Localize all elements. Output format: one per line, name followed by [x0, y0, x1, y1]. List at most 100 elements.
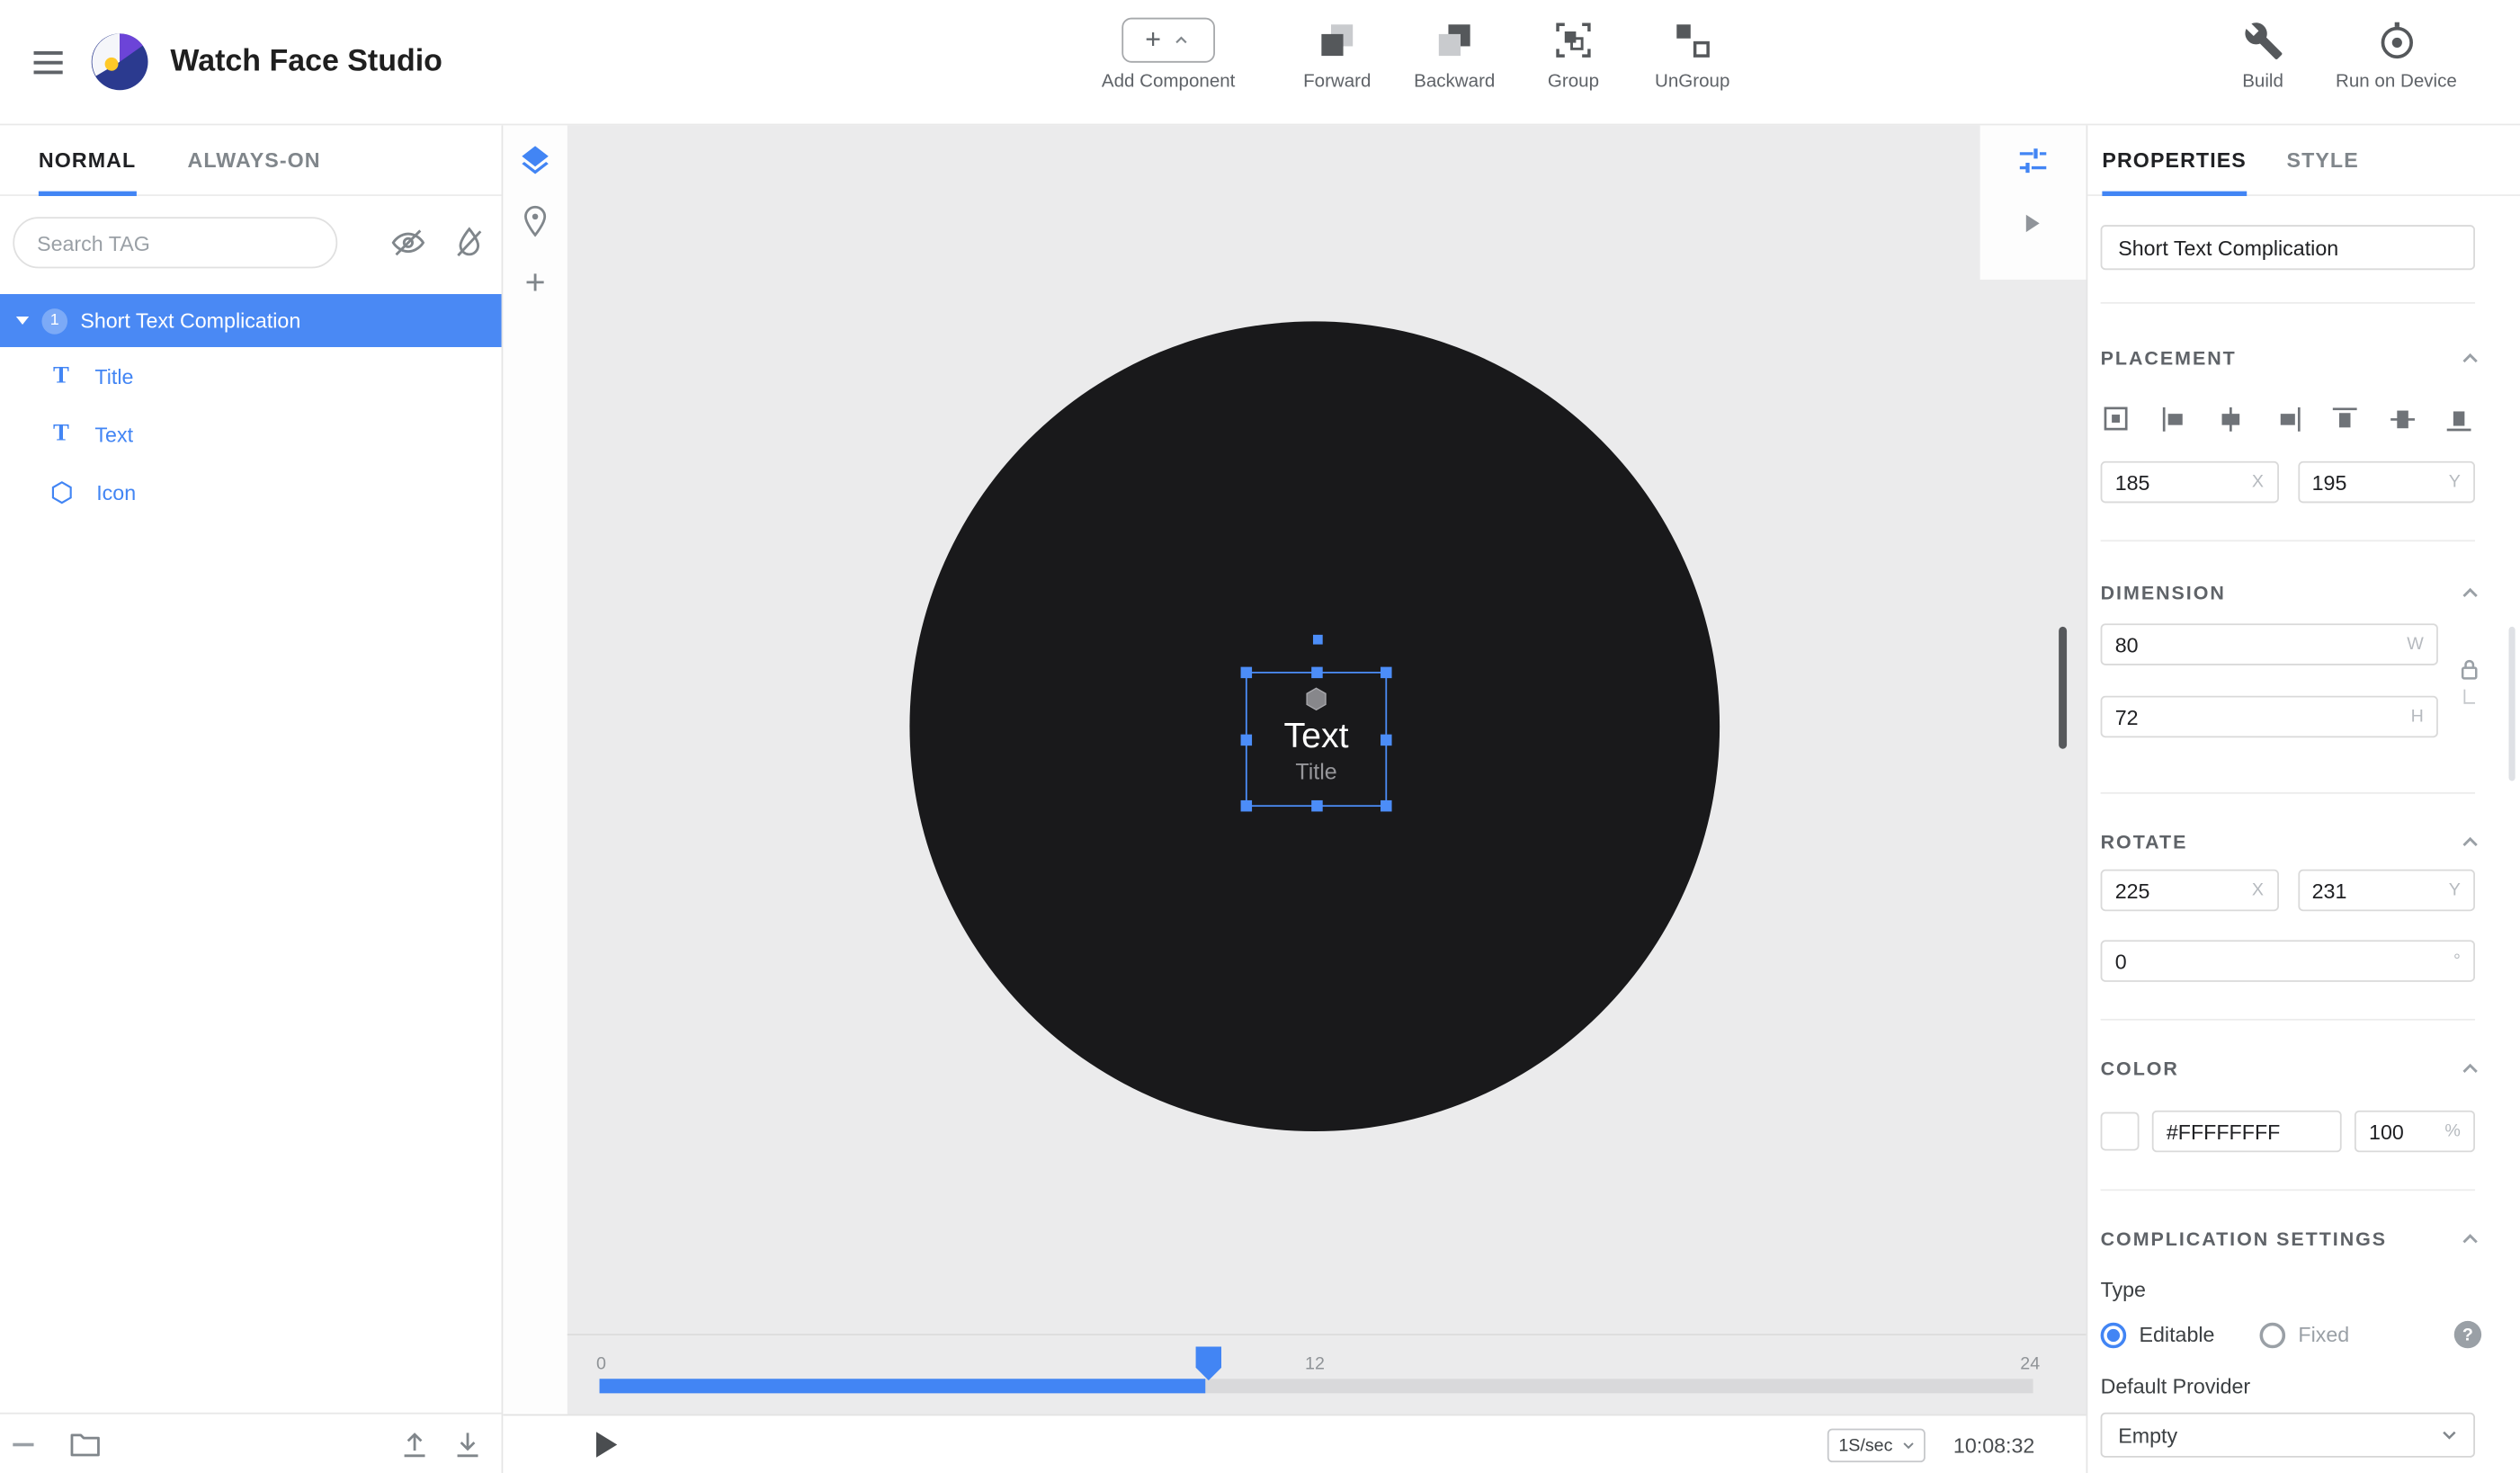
dimension-height-input[interactable] — [2115, 705, 2401, 729]
ungroup-button[interactable]: UnGroup — [1628, 14, 1756, 92]
tree-item-icon[interactable]: Icon — [0, 463, 502, 521]
align-right-icon[interactable] — [2272, 404, 2304, 436]
dimension-height-field[interactable]: H — [2101, 696, 2438, 737]
export-layer-icon[interactable] — [397, 1426, 432, 1461]
color-opacity-input[interactable] — [2369, 1120, 2435, 1144]
radio-editable[interactable] — [2101, 1322, 2127, 1348]
rotation-handle[interactable] — [1313, 635, 1323, 645]
ungroup-icon — [1671, 19, 1712, 60]
chevron-down-icon — [1899, 1437, 1917, 1455]
help-icon[interactable] — [2454, 1321, 2481, 1348]
canvas-tool-strip — [503, 125, 567, 1473]
caret-down-icon[interactable] — [16, 317, 29, 325]
preview-play-icon[interactable] — [2015, 208, 2051, 243]
timeline-tick-start: 0 — [596, 1354, 606, 1373]
add-component-label: Add Component — [1091, 72, 1246, 91]
aspect-lock-icon[interactable] — [2457, 657, 2481, 682]
plus-icon — [1145, 25, 1161, 56]
theme-color-icon[interactable] — [450, 223, 488, 262]
rotate-angle-field[interactable]: ° — [2101, 940, 2475, 981]
tab-properties[interactable]: PROPERTIES — [2102, 125, 2246, 194]
align-bottom-icon[interactable] — [2443, 404, 2475, 436]
play-button[interactable] — [596, 1432, 617, 1458]
layer-name-input[interactable] — [2101, 225, 2475, 270]
hide-layer-icon[interactable] — [389, 223, 427, 262]
placement-x-input[interactable] — [2115, 470, 2242, 495]
align-top-icon[interactable] — [2328, 404, 2361, 436]
rotate-x-unit: X — [2252, 880, 2264, 899]
tree-item-title[interactable]: Title — [0, 347, 502, 405]
selection-box[interactable]: Text Title — [1246, 672, 1387, 807]
group-folder-icon[interactable] — [67, 1426, 103, 1461]
search-input[interactable] — [37, 230, 320, 254]
properties-panel: PROPERTIES STYLE PLACEMENT — [2087, 125, 2520, 1473]
placement-y-input[interactable] — [2312, 470, 2439, 495]
import-layer-icon[interactable] — [450, 1426, 485, 1461]
tab-always-on[interactable]: ALWAYS-ON — [187, 125, 320, 194]
resize-handle-bottom-right[interactable] — [1381, 800, 1392, 812]
adjust-tune-icon[interactable] — [2015, 143, 2051, 178]
tab-normal[interactable]: NORMAL — [39, 125, 136, 194]
run-on-device-button[interactable]: Run on Device — [2316, 14, 2477, 92]
resize-handle[interactable] — [13, 1442, 33, 1446]
group-button[interactable]: Group — [1509, 14, 1638, 92]
rotate-x-input[interactable] — [2115, 879, 2242, 903]
placement-y-unit: Y — [2449, 472, 2461, 491]
section-complication-settings: COMPLICATION SETTINGS Type Editable Fixe… — [2101, 1189, 2475, 1473]
resize-handle-top[interactable] — [1311, 667, 1323, 679]
timeline-scrubber[interactable] — [1196, 1347, 1222, 1381]
align-middle-vertical-icon[interactable] — [2386, 404, 2418, 436]
collapse-chevron-icon[interactable] — [2457, 1056, 2483, 1082]
dimension-width-input[interactable] — [2115, 632, 2398, 656]
align-center-horizontal-icon[interactable] — [2214, 404, 2247, 436]
pin-guide-icon[interactable] — [517, 204, 552, 239]
timeline-track[interactable] — [600, 1379, 2033, 1393]
watch-face-studio-window: Watch Face Studio Add Component Forward — [0, 0, 2520, 1473]
dimension-width-field[interactable]: W — [2101, 623, 2438, 665]
layers-panel-icon[interactable] — [517, 143, 552, 178]
align-left-icon[interactable] — [2158, 404, 2190, 436]
canvas[interactable]: Text Title 0 12 24 — [503, 125, 2086, 1473]
forward-button[interactable]: Forward — [1273, 14, 1401, 92]
rotate-y-field[interactable]: Y — [2298, 870, 2475, 911]
resize-handle-top-left[interactable] — [1241, 667, 1253, 679]
color-swatch[interactable] — [2101, 1112, 2140, 1151]
playback-rate-dropdown[interactable]: 1S/sec — [1827, 1429, 1926, 1463]
collapse-chevron-icon[interactable] — [2457, 1226, 2483, 1252]
resize-handle-top-right[interactable] — [1381, 667, 1392, 679]
search-tag-input[interactable] — [13, 217, 337, 268]
resize-handle-left[interactable] — [1241, 735, 1253, 746]
color-opacity-field[interactable]: % — [2355, 1111, 2475, 1152]
radio-fixed[interactable] — [2259, 1322, 2285, 1348]
rotate-y-input[interactable] — [2312, 879, 2439, 903]
hamburger-menu-icon[interactable] — [29, 42, 67, 81]
placement-y-field[interactable]: Y — [2298, 461, 2475, 503]
collapse-chevron-icon[interactable] — [2457, 345, 2483, 371]
color-hex-input[interactable] — [2167, 1120, 2328, 1144]
add-component-button[interactable]: Add Component — [1091, 14, 1246, 92]
collapse-chevron-icon[interactable] — [2457, 829, 2483, 855]
rotate-x-field[interactable]: X — [2101, 870, 2278, 911]
timeline-tick-mid: 12 — [1305, 1354, 1325, 1373]
properties-scrollbar[interactable] — [2509, 627, 2516, 781]
backward-button[interactable]: Backward — [1390, 14, 1519, 92]
tab-style[interactable]: STYLE — [2287, 125, 2359, 194]
placement-x-field[interactable]: X — [2101, 461, 2278, 503]
align-to-screen-icon[interactable] — [2101, 404, 2133, 436]
tree-item-short-text-complication[interactable]: 1 Short Text Complication — [0, 294, 502, 347]
resize-handle-right[interactable] — [1381, 735, 1392, 746]
wrench-icon — [2243, 20, 2283, 60]
color-hex-field[interactable] — [2152, 1111, 2342, 1152]
forward-icon — [1317, 19, 1358, 60]
section-rotate: ROTATE X Y — [2101, 792, 2475, 1019]
add-guide-icon[interactable] — [517, 265, 552, 300]
default-provider-select[interactable]: Empty — [2101, 1413, 2475, 1458]
canvas-scrollbar[interactable] — [2059, 627, 2067, 749]
resize-handle-bottom[interactable] — [1311, 800, 1323, 812]
complication-slot-badge: 1 — [41, 308, 67, 334]
build-button[interactable]: Build — [2199, 14, 2328, 92]
collapse-chevron-icon[interactable] — [2457, 580, 2483, 606]
rotate-angle-input[interactable] — [2115, 949, 2444, 973]
resize-handle-bottom-left[interactable] — [1241, 800, 1253, 812]
tree-item-text[interactable]: Text — [0, 405, 502, 462]
